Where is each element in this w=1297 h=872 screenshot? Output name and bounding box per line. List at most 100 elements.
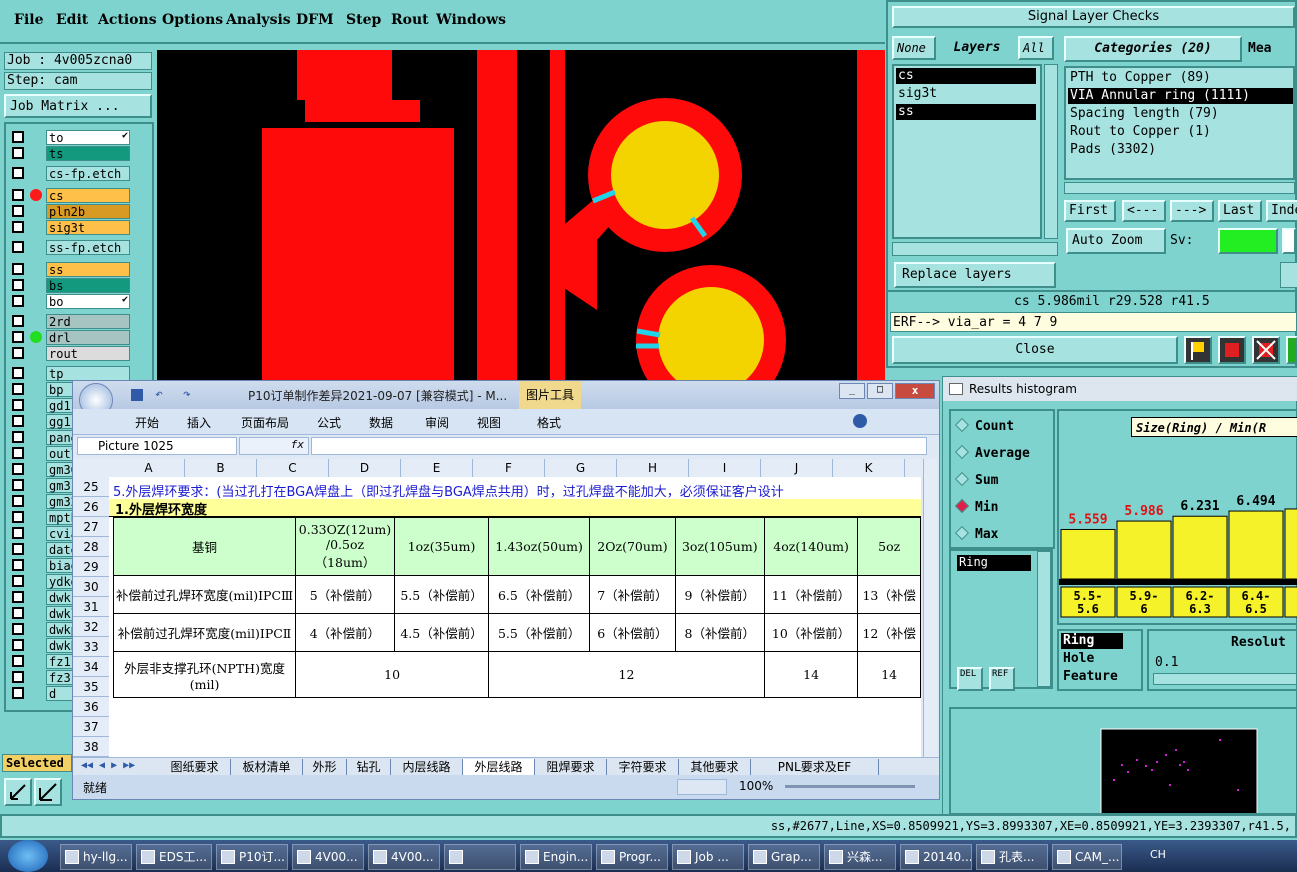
ribbon-tab[interactable]: 插入 xyxy=(187,414,211,431)
table-cell[interactable]: 4.5（补偿前） xyxy=(393,613,490,652)
layer-checkbox[interactable] xyxy=(12,623,24,635)
layer-row[interactable]: ss-fp.etch xyxy=(10,240,130,255)
formula-bar[interactable] xyxy=(311,437,927,455)
sheet-tab[interactable]: 阻焊要求 xyxy=(535,759,607,775)
row-header[interactable]: 34 xyxy=(73,657,109,677)
column-header[interactable]: B xyxy=(185,459,257,477)
layer-checkbox[interactable] xyxy=(12,331,24,343)
column-header[interactable]: F xyxy=(473,459,545,477)
column-header[interactable]: C xyxy=(257,459,329,477)
job-matrix-button[interactable]: Job Matrix ... xyxy=(4,94,152,118)
sheet-tab[interactable]: 图纸要求 xyxy=(159,759,231,775)
taskbar-item[interactable]: EDS工... xyxy=(136,844,212,870)
layer-name[interactable]: to xyxy=(46,130,130,145)
row-header[interactable]: 37 xyxy=(73,717,109,737)
mode-max[interactable]: Max xyxy=(954,525,1053,545)
layers-scrollbar[interactable] xyxy=(1044,64,1058,239)
checkbox-icon[interactable] xyxy=(1282,228,1296,254)
layer-name[interactable]: pln2b xyxy=(46,204,130,219)
layer-checkbox[interactable] xyxy=(12,511,24,523)
layer-name[interactable]: drl xyxy=(46,330,130,345)
column-header[interactable]: H xyxy=(617,459,689,477)
layer-checkbox[interactable] xyxy=(12,591,24,603)
table-cell[interactable]: 5.5（补偿前） xyxy=(393,575,490,614)
menu-actions[interactable]: Actions xyxy=(98,12,157,28)
layer-checkbox[interactable] xyxy=(12,205,24,217)
mode-min[interactable]: Min xyxy=(954,498,1053,518)
layers-hscrollbar[interactable] xyxy=(892,242,1058,256)
taskbar-item[interactable]: 4V00... xyxy=(292,844,364,870)
table-cell[interactable]: 外层非支撑孔环(NPTH)宽度(mil) xyxy=(112,651,297,698)
layer-name[interactable]: ss xyxy=(46,262,130,277)
layer-name[interactable]: ts xyxy=(46,146,130,161)
layer-name[interactable]: sig3t xyxy=(46,220,130,235)
histogram-bar[interactable] xyxy=(1228,510,1284,580)
layer-row[interactable]: cs xyxy=(10,188,130,203)
layer-checkbox[interactable] xyxy=(12,131,24,143)
ring-list-scrollbar[interactable] xyxy=(1037,551,1051,687)
record-icon[interactable] xyxy=(1218,336,1246,364)
layer-checkbox[interactable] xyxy=(12,687,24,699)
column-header[interactable]: J xyxy=(761,459,833,477)
table-cell[interactable]: 11（补偿前） xyxy=(763,575,859,614)
layer-checkbox[interactable] xyxy=(12,415,24,427)
histogram-chart[interactable]: 5.559 5.5-5.6 5.986 5.9-6 6.231 6.2-6.3 6.494 6… xyxy=(1059,441,1297,625)
table-cell[interactable]: 补偿前过孔焊环宽度(mil)IPCⅢ xyxy=(112,575,297,614)
layer-row[interactable]: ts xyxy=(10,146,130,161)
board-overview[interactable] xyxy=(949,707,1297,830)
sheet-tab[interactable]: 板材清单 xyxy=(231,759,303,775)
layer-checkbox[interactable] xyxy=(12,671,24,683)
sheet-tab[interactable]: 其他要求 xyxy=(679,759,751,775)
taskbar-item[interactable]: CAM_... xyxy=(1052,844,1122,870)
undo-icon[interactable]: ↶ xyxy=(155,387,163,402)
picture-tools-tab[interactable]: 图片工具 xyxy=(519,381,581,409)
header-cell[interactable]: 5oz xyxy=(857,517,921,576)
column-header[interactable]: I xyxy=(689,459,761,477)
ribbon-tab[interactable]: 格式 xyxy=(537,414,561,431)
layer-item-cs[interactable]: cs xyxy=(896,68,1036,84)
flag-icon[interactable] xyxy=(1184,336,1212,364)
sheet-tab[interactable]: PNL要求及EF xyxy=(751,759,879,775)
ring-list-item[interactable]: Ring xyxy=(957,555,1031,571)
layer-row[interactable]: ss xyxy=(10,262,130,277)
histogram-bar[interactable] xyxy=(1284,508,1297,580)
histogram-bar[interactable] xyxy=(1172,515,1228,580)
type-feature[interactable]: Feature xyxy=(1061,669,1123,685)
column-header[interactable]: G xyxy=(545,459,617,477)
close-window-button[interactable]: x xyxy=(895,383,935,399)
type-hole[interactable]: Hole xyxy=(1061,651,1123,667)
row-header[interactable]: 38 xyxy=(73,737,109,757)
layer-item-ss[interactable]: ss xyxy=(896,104,1036,120)
table-cell[interactable]: 12（补偿 xyxy=(857,613,921,652)
layer-row[interactable]: sig3t xyxy=(10,220,130,235)
histogram-bar[interactable] xyxy=(1060,528,1116,580)
category-item[interactable]: Rout to Copper (1) xyxy=(1068,124,1293,140)
row-header[interactable]: 31 xyxy=(73,597,109,617)
row-header[interactable]: 35 xyxy=(73,677,109,697)
histogram-bar[interactable] xyxy=(1116,520,1172,580)
layer-row[interactable]: 2rd xyxy=(10,314,130,329)
table-cell[interactable]: 7（补偿前） xyxy=(589,575,676,614)
ribbon-tab[interactable]: 公式 xyxy=(317,414,341,431)
row-header[interactable]: 36 xyxy=(73,697,109,717)
input-method[interactable]: CH xyxy=(1150,848,1166,861)
layer-row[interactable]: tp xyxy=(10,366,130,381)
header-cell[interactable]: 基铜 xyxy=(112,517,297,576)
table-cell[interactable]: 5（补偿前） xyxy=(295,575,395,614)
layer-checkbox[interactable] xyxy=(12,639,24,651)
row-header[interactable]: 29 xyxy=(73,557,109,577)
layer-checkbox[interactable] xyxy=(12,367,24,379)
taskbar-item[interactable]: Job ... xyxy=(672,844,744,870)
save-icon[interactable] xyxy=(131,389,143,401)
table-cell[interactable]: 12 xyxy=(488,651,765,698)
tab-nav-buttons[interactable]: ◀◀ ◀ ▶ ▶▶ xyxy=(81,760,135,771)
name-box[interactable]: Picture 1025 xyxy=(77,437,237,455)
measure-icon[interactable] xyxy=(34,778,62,806)
layer-checkbox[interactable] xyxy=(12,279,24,291)
layer-checkbox[interactable] xyxy=(12,241,24,253)
table-cell[interactable]: 14 xyxy=(857,651,921,698)
table-cell[interactable]: 8（补偿前） xyxy=(674,613,765,652)
layer-checkbox[interactable] xyxy=(12,527,24,539)
layer-name[interactable]: bs xyxy=(46,278,130,293)
table-cell[interactable]: 13（补偿 xyxy=(857,575,921,614)
